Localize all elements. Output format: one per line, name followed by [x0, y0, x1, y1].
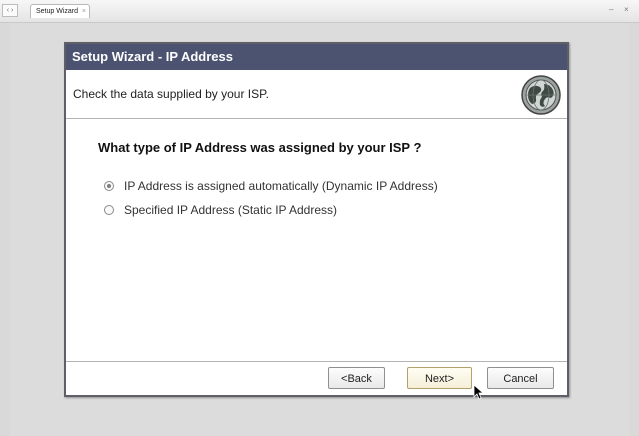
- globe-icon: [521, 75, 561, 115]
- tab-nav-icon[interactable]: ‹ ›: [2, 4, 18, 17]
- dialog-footer: <Back Next> Cancel: [66, 361, 567, 395]
- tab-label: Setup Wizard: [36, 8, 79, 15]
- setup-wizard-dialog: Setup Wizard - IP Address Check the data…: [64, 42, 569, 397]
- radio-dynamic-ip[interactable]: [104, 181, 114, 191]
- tab-close-icon[interactable]: ×: [82, 5, 86, 19]
- option-static-ip[interactable]: Specified IP Address (Static IP Address): [104, 203, 337, 217]
- mouse-cursor-icon: [473, 384, 483, 400]
- dialog-title: Setup Wizard - IP Address: [66, 44, 567, 70]
- browser-tabstrip: ‹ › Setup Wizard × – ×: [0, 0, 639, 23]
- header-instruction: Check the data supplied by your ISP.: [73, 87, 269, 101]
- cancel-button[interactable]: Cancel: [487, 367, 554, 389]
- dialog-content: What type of IP Address was assigned by …: [66, 119, 567, 364]
- tab-setup-wizard[interactable]: Setup Wizard ×: [30, 4, 90, 18]
- radio-static-ip[interactable]: [104, 205, 114, 215]
- window-close-icon[interactable]: ×: [624, 5, 629, 15]
- option-static-ip-label: Specified IP Address (Static IP Address): [124, 203, 337, 217]
- minimize-icon[interactable]: –: [609, 5, 613, 15]
- option-dynamic-ip[interactable]: IP Address is assigned automatically (Dy…: [104, 179, 438, 193]
- back-button[interactable]: <Back: [328, 367, 385, 389]
- next-button[interactable]: Next>: [407, 367, 472, 389]
- dialog-header: Check the data supplied by your ISP.: [66, 70, 567, 119]
- ip-type-question: What type of IP Address was assigned by …: [98, 140, 422, 155]
- option-dynamic-ip-label: IP Address is assigned automatically (Dy…: [124, 179, 438, 193]
